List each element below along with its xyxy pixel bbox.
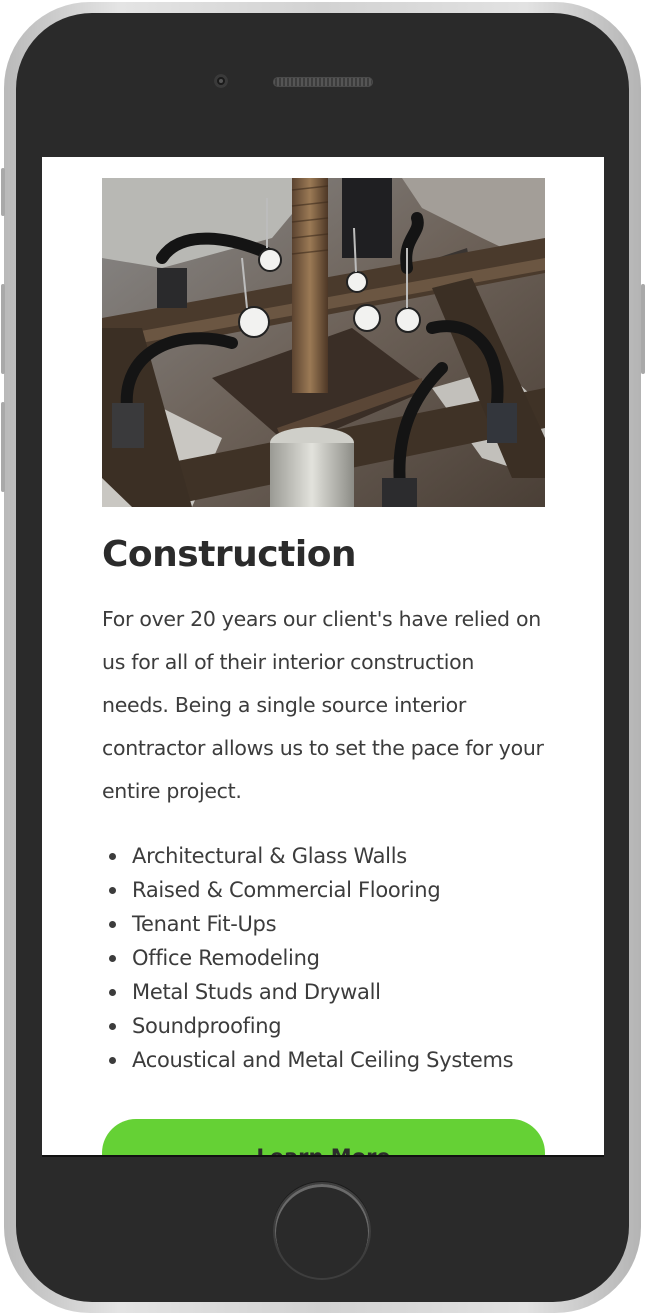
list-item: Tenant Fit-Ups xyxy=(102,907,545,941)
list-item: Office Remodeling xyxy=(102,941,545,975)
list-item-label: Metal Studs and Drywall xyxy=(132,980,381,1004)
section-description: For over 20 years our client's have reli… xyxy=(102,607,544,803)
home-button-icon[interactable] xyxy=(273,1182,371,1280)
mute-switch xyxy=(1,168,5,216)
power-button xyxy=(641,284,645,374)
front-camera-icon xyxy=(214,74,228,88)
bullet-dot-icon xyxy=(109,853,116,860)
list-item-label: Acoustical and Metal Ceiling Systems xyxy=(132,1048,514,1072)
speaker-grille xyxy=(273,77,373,87)
list-item-label: Soundproofing xyxy=(132,1014,282,1038)
list-item-label: Raised & Commercial Flooring xyxy=(132,878,441,902)
bullet-dot-icon xyxy=(109,921,116,928)
list-item-label: Office Remodeling xyxy=(132,946,320,970)
bullet-dot-icon xyxy=(109,1023,116,1030)
list-item-label: Tenant Fit-Ups xyxy=(132,912,277,936)
list-item: Metal Studs and Drywall xyxy=(102,975,545,1009)
section-heading: Construction xyxy=(102,534,357,575)
bullet-dot-icon xyxy=(109,955,116,962)
list-item: Soundproofing xyxy=(102,1009,545,1043)
volume-up-button xyxy=(1,284,5,374)
list-item-label: Architectural & Glass Walls xyxy=(132,844,407,868)
construction-photo xyxy=(102,178,545,507)
phone-screen: Construction For over 20 years our clien… xyxy=(42,157,604,1157)
list-item: Architectural & Glass Walls xyxy=(102,839,545,873)
bullet-dot-icon xyxy=(109,887,116,894)
list-item: Raised & Commercial Flooring xyxy=(102,873,545,907)
list-item: Acoustical and Metal Ceiling Systems xyxy=(102,1043,545,1077)
volume-down-button xyxy=(1,402,5,492)
services-list: Architectural & Glass Walls Raised & Com… xyxy=(102,839,545,1077)
learn-more-button[interactable]: Learn More xyxy=(102,1119,545,1155)
construction-section: Construction For over 20 years our clien… xyxy=(102,178,545,1155)
bullet-dot-icon xyxy=(109,989,116,996)
bullet-dot-icon xyxy=(109,1057,116,1064)
